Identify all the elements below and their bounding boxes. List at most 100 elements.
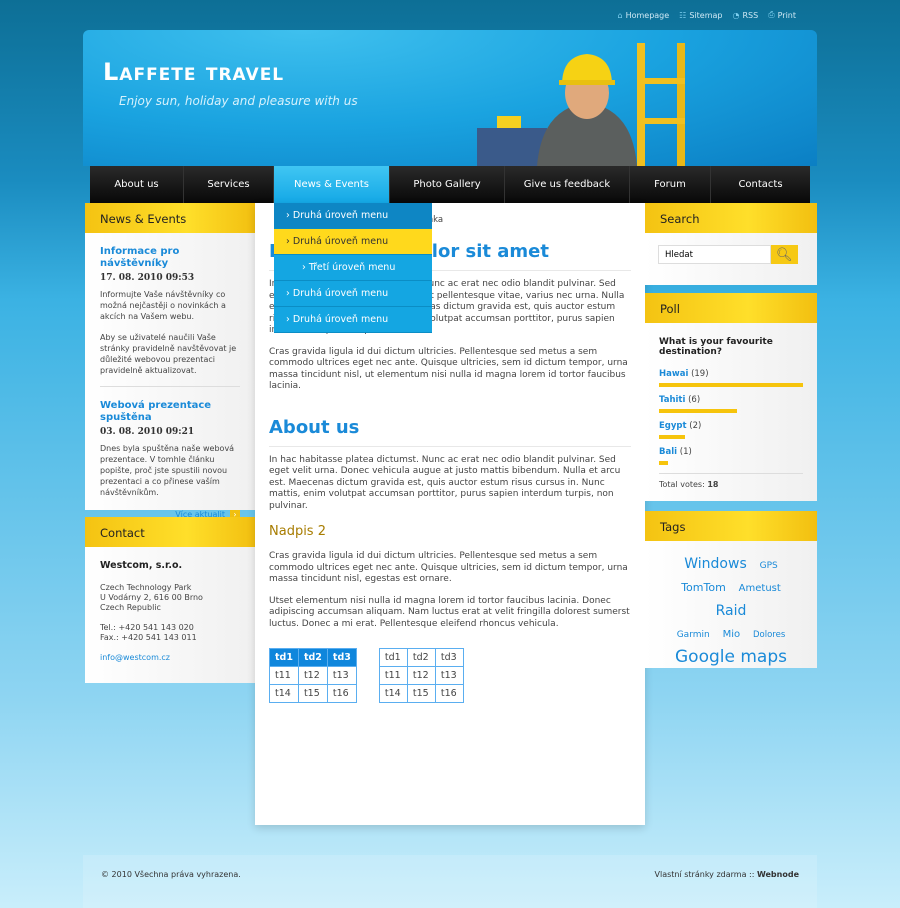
dropdown-item[interactable]: › Druhá úroveň menu xyxy=(274,203,432,229)
dropdown-item-hovered[interactable]: › Druhá úroveň menu xyxy=(274,229,432,255)
dropdown-item[interactable]: › Druhá úroveň menu xyxy=(274,281,432,307)
poll-question: What is your favourite destination? xyxy=(659,337,773,357)
dropdown-item[interactable]: › Druhá úroveň menu xyxy=(274,307,432,333)
sample-table-header: td1 td2 td3 t11 t12 t13 t14 t15 t16 xyxy=(269,648,357,703)
address-line: U Vodárny 2, 616 00 Brno xyxy=(100,593,203,602)
poll-count: (2) xyxy=(689,421,702,431)
tag-link[interactable]: Mio xyxy=(723,629,741,640)
section-title: About us xyxy=(269,417,631,447)
table-row: t11 t12 t13 xyxy=(378,666,464,685)
header: Laffete travel Enjoy sun, holiday and pl… xyxy=(83,30,817,166)
paragraph: Utset elementum nisi nulla id magna lore… xyxy=(269,595,630,629)
table-cell: td3 xyxy=(326,648,357,667)
copyright: © 2010 Všechna práva vyhrazena. xyxy=(101,870,241,879)
poll-bar xyxy=(659,461,668,465)
fax: Fax.: +420 541 143 011 xyxy=(100,633,197,642)
address-line: Czech Republic xyxy=(100,603,161,612)
table-cell: t12 xyxy=(297,666,328,685)
table-cell: t11 xyxy=(378,666,408,685)
divider xyxy=(100,386,240,387)
table-cell: t14 xyxy=(269,684,299,703)
nav-dropdown: › Druhá úroveň menu › Druhá úroveň menu … xyxy=(274,203,432,333)
poll-count: (6) xyxy=(688,395,701,405)
tag-link[interactable]: TomTom xyxy=(681,581,726,594)
poll-box-title: Poll xyxy=(645,293,817,323)
nav-contacts[interactable]: Contacts xyxy=(711,166,810,203)
poll-bar xyxy=(659,435,685,439)
webnode-link[interactable]: Vlastní stránky zdarma :: Webnode xyxy=(655,870,799,893)
poll-option: Egypt (2) xyxy=(659,421,803,439)
poll-box: Poll What is your favourite destination?… xyxy=(645,293,817,501)
table-cell: td1 xyxy=(269,648,299,667)
homepage-link[interactable]: ⌂ Homepage xyxy=(617,10,669,20)
nav-services[interactable]: Services xyxy=(184,166,274,203)
dropdown-subitem[interactable]: › Třetí úroveň menu xyxy=(274,255,432,281)
poll-bar xyxy=(659,409,737,413)
print-link[interactable]: ⎙ Print xyxy=(768,10,796,20)
search-box: Search 🔍︎ xyxy=(645,203,817,285)
tag-link[interactable]: Windows xyxy=(684,556,747,572)
phone: Tel.: +420 541 143 020 xyxy=(100,623,194,632)
poll-option-link[interactable]: Egypt xyxy=(659,421,687,431)
news-item-link[interactable]: Webová prezentace spuštěna xyxy=(100,400,211,423)
news-date: 03. 08. 2010 09:21 xyxy=(100,427,195,437)
table-row: t14 t15 t16 xyxy=(269,684,357,703)
table-row: t11 t12 t13 xyxy=(269,666,357,685)
paragraph: Cras gravida ligula id dui dictum ultric… xyxy=(269,346,628,392)
news-box: News & Events Informace pro návštěvníky … xyxy=(85,203,255,520)
table-cell: td3 xyxy=(434,648,464,667)
poll-option: Tahiti (6) xyxy=(659,395,803,413)
tag-link[interactable]: Ametust xyxy=(739,583,781,594)
tags-box: Tags Windows GPS TomTom Ametust Raid Gar… xyxy=(645,511,817,668)
tag-link[interactable]: Raid xyxy=(716,603,747,619)
news-box-title: News & Events xyxy=(85,203,255,233)
table-cell: td1 xyxy=(378,648,408,667)
table-cell: t13 xyxy=(326,666,357,685)
news-text: Aby se uživatelé naučili Vaše stránky pr… xyxy=(100,333,237,375)
rss-icon: ◔ xyxy=(732,10,740,20)
table-cell: t11 xyxy=(269,666,299,685)
paragraph: Cras gravida ligula id dui dictum ultric… xyxy=(269,551,628,584)
paragraph: In hac habitasse platea dictumst. Nunc a… xyxy=(269,454,621,511)
table-cell: t16 xyxy=(434,684,464,703)
top-links: ⌂ Homepage ☷ Sitemap ◔ RSS ⎙ Print xyxy=(617,10,796,20)
site-logo[interactable]: Laffete travel xyxy=(103,58,284,86)
poll-option-link[interactable]: Hawai xyxy=(659,369,688,379)
poll-option: Bali (1) xyxy=(659,447,803,465)
table-row: t14 t15 t16 xyxy=(378,684,464,703)
news-text: Informujte Vaše návštěvníky co možná nej… xyxy=(100,290,226,321)
poll-option-link[interactable]: Tahiti xyxy=(659,395,685,405)
contact-box-title: Contact xyxy=(85,517,255,547)
sitemap-link[interactable]: ☷ Sitemap xyxy=(679,10,722,20)
poll-count: (1) xyxy=(679,447,692,457)
search-input[interactable] xyxy=(658,245,771,264)
tag-link[interactable]: Dolores xyxy=(753,630,785,640)
worker-hero-image xyxy=(477,43,685,166)
nav-news-events[interactable]: News & Events xyxy=(274,166,390,203)
nav-forum[interactable]: Forum xyxy=(630,166,711,203)
table-cell: t15 xyxy=(406,684,436,703)
tags-box-title: Tags xyxy=(645,511,817,541)
search-button[interactable]: 🔍︎ xyxy=(771,245,798,264)
contact-box: Contact Westcom, s.r.o. Czech Technology… xyxy=(85,517,255,683)
news-item-link[interactable]: Informace pro návštěvníky xyxy=(100,246,179,269)
email-link[interactable]: info@westcom.cz xyxy=(100,653,170,662)
nav-photo-gallery[interactable]: Photo Gallery xyxy=(390,166,505,203)
table-cell: td2 xyxy=(297,648,328,667)
rss-link[interactable]: ◔ RSS xyxy=(732,10,758,20)
slogan: Enjoy sun, holiday and pleasure with us xyxy=(119,94,358,108)
main-nav: About us Services News & Events Photo Ga… xyxy=(90,166,810,203)
tag-link[interactable]: Garmin xyxy=(677,630,710,640)
poll-count: (19) xyxy=(691,369,709,379)
tag-link[interactable]: Google maps xyxy=(675,647,787,667)
poll-option-link[interactable]: Bali xyxy=(659,447,677,457)
poll-total: Total votes: 18 xyxy=(659,473,803,489)
nav-give-us-feedback[interactable]: Give us feedback xyxy=(505,166,630,203)
nav-about-us[interactable]: About us xyxy=(90,166,184,203)
news-text: Dnes byla spuštěna naše webová prezentac… xyxy=(100,444,235,497)
table-cell: td2 xyxy=(406,648,436,667)
print-icon: ⎙ xyxy=(768,10,775,19)
tag-link[interactable]: GPS xyxy=(760,561,778,571)
table-cell: t13 xyxy=(434,666,464,685)
search-icon: 🔍︎ xyxy=(776,246,793,262)
